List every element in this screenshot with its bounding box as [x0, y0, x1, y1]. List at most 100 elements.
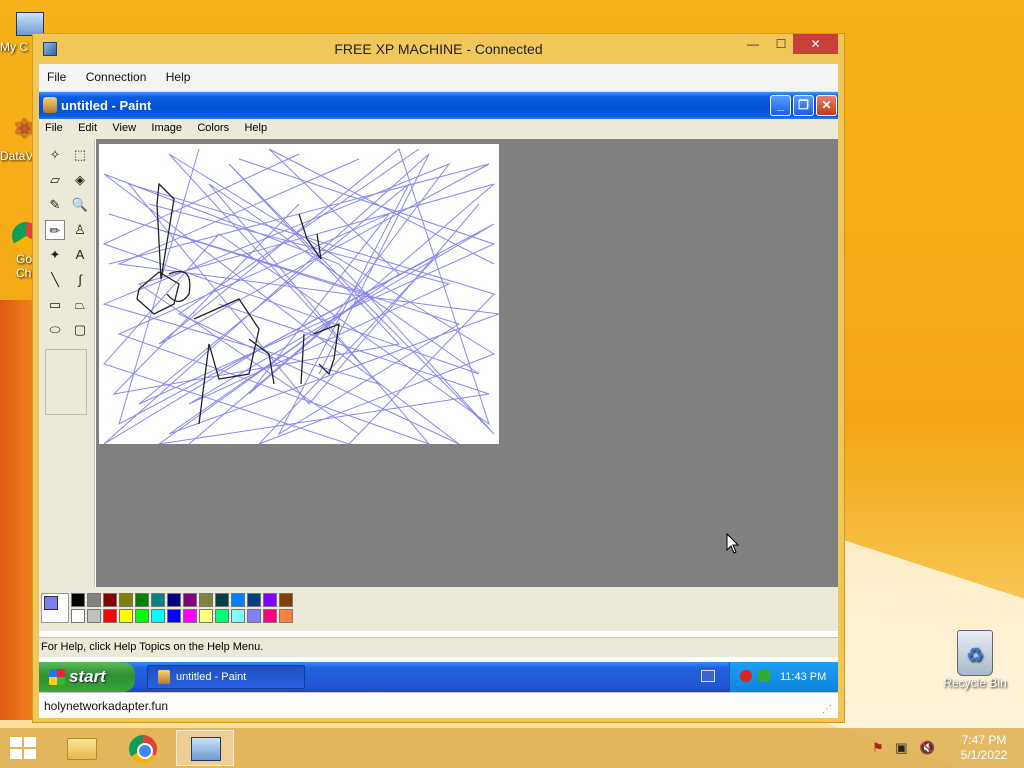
palette-swatch[interactable] — [87, 593, 101, 607]
text-icon[interactable]: A — [70, 245, 90, 265]
palette-swatch[interactable] — [71, 609, 85, 623]
palette-swatch[interactable] — [215, 593, 229, 607]
close-button[interactable]: ✕ — [793, 34, 838, 54]
start-label: start — [69, 667, 106, 686]
folder-icon — [67, 738, 97, 760]
paint-minimize-button[interactable]: _ — [770, 95, 791, 116]
action-center-flag-icon[interactable]: ⚑ — [872, 740, 884, 755]
rdp-window: FREE XP MACHINE - Connected — ☐ ✕ File C… — [32, 33, 845, 723]
paint-close-button[interactable]: ✕ — [816, 95, 837, 116]
taskbar-remote-desktop[interactable] — [176, 730, 234, 766]
palette-swatch[interactable] — [263, 609, 277, 623]
palette-swatch[interactable] — [279, 593, 293, 607]
rdp-menubar: File Connection Help — [39, 64, 838, 92]
xp-clock: 11:43 PM — [780, 671, 827, 683]
palette-swatch[interactable] — [71, 593, 85, 607]
canvas-drawing — [102, 148, 500, 446]
paint-title: untitled - Paint — [61, 98, 152, 113]
line-icon[interactable]: ╲ — [45, 270, 65, 290]
palette-swatch[interactable] — [167, 609, 181, 623]
ellipse-icon[interactable]: ⬭ — [45, 320, 65, 340]
xp-system-tray: 11:43 PM — [729, 662, 838, 692]
menu-connection[interactable]: Connection — [78, 64, 155, 84]
paint-restore-button[interactable]: ❐ — [793, 95, 814, 116]
palette-swatch[interactable] — [167, 593, 181, 607]
resize-grip-icon[interactable]: ⋰ — [822, 704, 832, 715]
eraser-icon[interactable]: ▱ — [45, 170, 65, 190]
keyboard-icon[interactable] — [701, 670, 715, 682]
taskbar-file-explorer[interactable] — [52, 730, 110, 766]
palette-swatch[interactable] — [87, 609, 101, 623]
palette-swatch[interactable] — [199, 609, 213, 623]
palette-swatch[interactable] — [263, 593, 277, 607]
palette-swatch[interactable] — [279, 609, 293, 623]
palette-swatch[interactable] — [135, 609, 149, 623]
palette-swatch[interactable] — [199, 593, 213, 607]
palette-swatch[interactable] — [247, 609, 261, 623]
rdp-status-bar: holynetworkadapter.fun ⋰ — [39, 692, 838, 718]
palette-swatch[interactable] — [183, 609, 197, 623]
volume-muted-icon[interactable]: 🔇 — [919, 740, 935, 755]
desktop-icon-recycle-bin[interactable]: Recycle Bin — [940, 630, 1010, 690]
brush-icon[interactable]: ♙ — [70, 220, 90, 240]
security-alert-icon[interactable] — [740, 670, 752, 682]
rectangle-icon[interactable]: ▭ — [45, 295, 65, 315]
windows-taskbar: ⚑ ▣ 🔇 7:47 PM 5/1/2022 — [0, 728, 1024, 768]
polygon-icon[interactable]: ⏢ — [70, 295, 90, 315]
rdp-titlebar[interactable]: FREE XP MACHINE - Connected — ☐ ✕ — [33, 34, 844, 64]
pencil-icon[interactable]: ✏ — [45, 220, 65, 240]
palette-swatch[interactable] — [103, 609, 117, 623]
curve-icon[interactable]: ∫ — [70, 270, 90, 290]
chrome-icon — [129, 735, 157, 763]
desktop-icon-datav[interactable]: ⚛ DataV — [0, 115, 36, 163]
paint-titlebar[interactable]: untitled - Paint _ ❐ ✕ — [39, 92, 838, 119]
windows-flag-icon — [49, 669, 65, 685]
palette-swatch[interactable] — [151, 593, 165, 607]
magnifier-icon[interactable]: 🔍 — [70, 195, 90, 215]
w8-clock[interactable]: 7:47 PM 5/1/2022 — [950, 733, 1018, 763]
connection-url: holynetworkadapter.fun — [44, 699, 169, 713]
tool-options-box[interactable] — [45, 349, 87, 415]
palette-swatch[interactable] — [119, 593, 133, 607]
paint-menu-view[interactable]: View — [106, 119, 142, 134]
drawing-canvas[interactable] — [99, 144, 500, 446]
paint-menu-edit[interactable]: Edit — [72, 119, 103, 134]
windows-start-icon[interactable] — [10, 737, 38, 759]
paint-menu-help[interactable]: Help — [238, 119, 273, 134]
taskbar-button-paint[interactable]: untitled - Paint — [147, 665, 305, 689]
airbrush-icon[interactable]: ✦ — [45, 245, 65, 265]
w8-tray-icons: ⚑ ▣ 🔇 — [872, 740, 935, 756]
fill-icon[interactable]: ◈ — [70, 170, 90, 190]
remote-desktop-icon — [191, 737, 221, 761]
network-icon[interactable]: ▣ — [895, 740, 907, 755]
menu-help[interactable]: Help — [158, 64, 199, 84]
palette-swatch[interactable] — [151, 609, 165, 623]
xp-start-button[interactable]: start — [39, 662, 135, 692]
paint-status-bar: For Help, click Help Topics on the Help … — [39, 637, 838, 657]
palette-swatch[interactable] — [231, 593, 245, 607]
palette-swatch[interactable] — [103, 593, 117, 607]
paint-workarea — [96, 139, 838, 587]
select-icon[interactable]: ⬚ — [70, 145, 90, 165]
paint-menu-image[interactable]: Image — [145, 119, 188, 134]
palette-swatch[interactable] — [247, 593, 261, 607]
network-icon[interactable] — [758, 670, 770, 682]
palette-swatch[interactable] — [183, 593, 197, 607]
palette-swatch[interactable] — [119, 609, 133, 623]
current-colors[interactable] — [41, 593, 69, 623]
color-picker-icon[interactable]: ✎ — [45, 195, 65, 215]
paint-menu-file[interactable]: File — [39, 119, 69, 134]
free-form-select-icon[interactable]: ✧ — [45, 145, 65, 165]
palette-swatch[interactable] — [231, 609, 245, 623]
palette-swatch[interactable] — [135, 593, 149, 607]
menu-file[interactable]: File — [39, 64, 74, 84]
paint-toolbox: ✧ ⬚ ▱ ◈ ✎ 🔍 ✏ ♙ ✦ A ╲ ∫ ▭ ⏢ ⬭ ▢ — [39, 139, 95, 587]
rounded-rectangle-icon[interactable]: ▢ — [70, 320, 90, 340]
taskbar-chrome[interactable] — [114, 730, 172, 766]
palette-swatch[interactable] — [215, 609, 229, 623]
clock-date: 5/1/2022 — [960, 748, 1008, 762]
paint-menu-colors[interactable]: Colors — [191, 119, 235, 134]
rdp-title: FREE XP MACHINE - Connected — [334, 41, 543, 57]
paint-app-icon — [43, 97, 57, 113]
foreground-color — [44, 596, 58, 610]
